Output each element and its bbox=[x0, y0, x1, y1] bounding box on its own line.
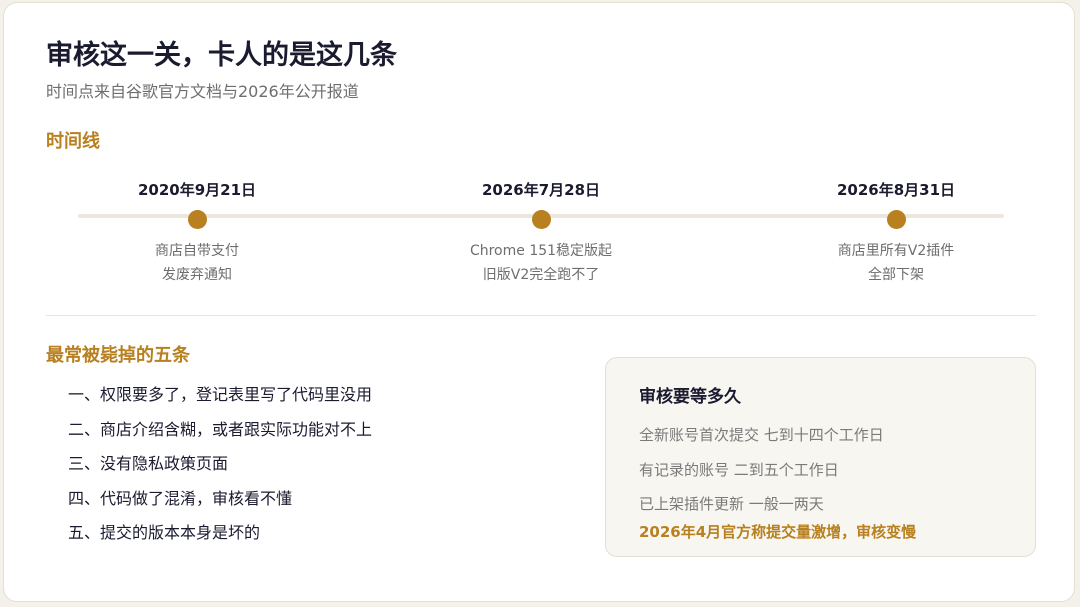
timeline-event-desc-line: Chrome 151稳定版起 bbox=[469, 243, 613, 259]
review-time-card: 审核要等多久 全新账号首次提交 七到十四个工作日 有记录的账号 二到五个工作日 … bbox=[605, 357, 1036, 557]
page-title: 审核这一关，卡人的是这几条 bbox=[46, 40, 397, 71]
timeline-dot-icon bbox=[531, 210, 551, 229]
timeline-event-date: 2026年7月28日 bbox=[481, 181, 601, 199]
timeline-event-desc-line: 全部下架 bbox=[868, 267, 924, 283]
list-item: 二、商店介绍含糊，或者跟实际功能对不上 bbox=[68, 419, 373, 439]
timeline-event-date: 2020年9月21日 bbox=[137, 181, 257, 199]
timeline-event-desc-line: 发废弃通知 bbox=[162, 267, 232, 283]
timeline-event-date: 2026年8月31日 bbox=[836, 181, 956, 199]
timeline-event-desc-line: 旧版V2完全跑不了 bbox=[482, 267, 600, 283]
review-time-row: 已上架插件更新 一般一两天 bbox=[639, 495, 824, 513]
timeline-event: 2020年9月21日 商店自带支付 发废弃通知 bbox=[67, 179, 327, 287]
review-time-row: 有记录的账号 二到五个工作日 bbox=[639, 460, 839, 479]
list-item: 一、权限要多了，登记表里写了代码里没用 bbox=[68, 385, 373, 404]
list-item: 三、没有隐私政策页面 bbox=[68, 454, 229, 473]
timeline-event-desc-line: 商店自带支付 bbox=[155, 243, 239, 259]
reasons-heading: 最常被毙掉的五条 bbox=[46, 345, 190, 366]
timeline-event: 2026年8月31日 商店里所有V2插件 全部下架 bbox=[766, 179, 1026, 287]
review-time-title: 审核要等多久 bbox=[639, 387, 741, 407]
timeline-event-desc: Chrome 151稳定版起 旧版V2完全跑不了 bbox=[411, 239, 671, 287]
list-item: 五、提交的版本本身是坏的 bbox=[68, 523, 261, 542]
review-time-row: 全新账号首次提交 七到十四个工作日 bbox=[639, 426, 884, 444]
list-item: 四、代码做了混淆，审核看不懂 bbox=[68, 488, 293, 508]
timeline-heading: 时间线 bbox=[46, 131, 100, 152]
timeline-event: 2026年7月28日 Chrome 151稳定版起 旧版V2完全跑不了 bbox=[411, 179, 671, 287]
timeline-event-desc-line: 商店里所有V2插件 bbox=[837, 243, 955, 259]
section-divider bbox=[46, 315, 1036, 316]
review-time-rows: 全新账号首次提交 七到十四个工作日 有记录的账号 二到五个工作日 已上架插件更新… bbox=[639, 418, 884, 522]
page-subtitle: 时间点来自谷歌官方文档与2026年公开报道 bbox=[46, 82, 359, 101]
timeline-event-desc: 商店里所有V2插件 全部下架 bbox=[766, 239, 1026, 287]
timeline-event-desc: 商店自带支付 发废弃通知 bbox=[67, 239, 327, 287]
rejection-reasons-list: 一、权限要多了，登记表里写了代码里没用 二、商店介绍含糊，或者跟实际功能对不上 … bbox=[68, 379, 372, 552]
review-time-note: 2026年4月官方称提交量激增，审核变慢 bbox=[639, 523, 917, 541]
timeline-dot-icon bbox=[886, 210, 906, 229]
slide: 审核这一关，卡人的是这几条 时间点来自谷歌官方文档与2026年公开报道 时间线 … bbox=[3, 2, 1075, 602]
timeline-dot-icon bbox=[187, 210, 207, 229]
